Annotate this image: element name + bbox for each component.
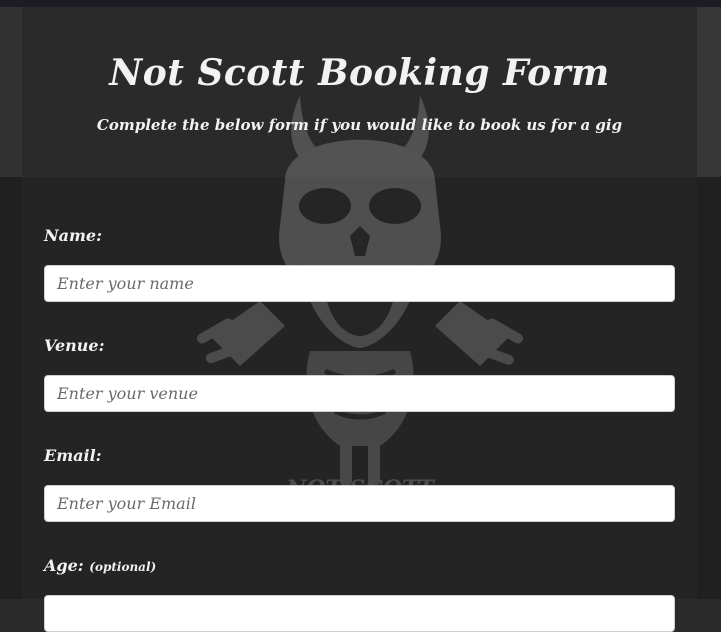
page-title: Not Scott Booking Form	[109, 52, 610, 94]
venue-label: Venue:	[44, 336, 104, 355]
venue-input[interactable]	[44, 375, 675, 412]
age-input[interactable]	[44, 595, 675, 632]
age-label-text: Age:	[44, 556, 84, 575]
age-label: Age: (optional)	[44, 556, 156, 575]
venue-label-text: Venue:	[44, 336, 105, 355]
email-label: Email:	[44, 446, 102, 465]
email-label-text: Email:	[44, 446, 102, 465]
name-label-text: Name:	[44, 226, 103, 245]
email-input[interactable]	[44, 485, 675, 522]
page-subtitle: Complete the below form if you would lik…	[96, 116, 623, 134]
age-optional-note: (optional)	[89, 560, 157, 574]
name-input[interactable]	[44, 265, 675, 302]
top-bar	[0, 0, 721, 7]
name-label: Name:	[44, 226, 102, 245]
